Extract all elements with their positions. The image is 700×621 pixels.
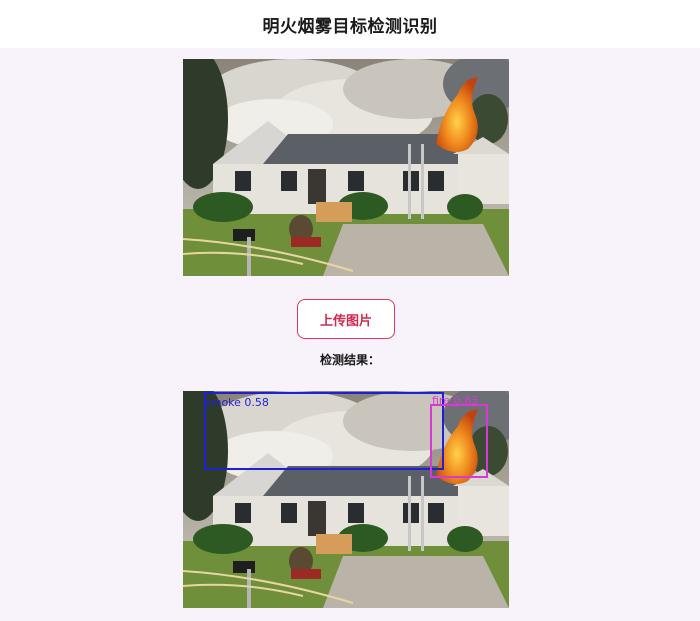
- house-fire-photo: [183, 59, 509, 276]
- smoke-detection-label: smoke 0.58: [205, 396, 269, 409]
- page-title: 明火烟雾目标检测识别: [262, 16, 438, 37]
- fire-detection-box: [430, 404, 488, 478]
- page-header: 明火烟雾目标检测识别: [0, 0, 700, 48]
- result-image: smoke 0.58 fire 0.83: [183, 391, 509, 608]
- fire-detection-label: fire 0.83: [432, 394, 478, 407]
- original-image: [183, 59, 509, 276]
- detection-result-label: 检测结果：: [319, 353, 380, 367]
- upload-image-button[interactable]: 上传图片: [297, 299, 395, 339]
